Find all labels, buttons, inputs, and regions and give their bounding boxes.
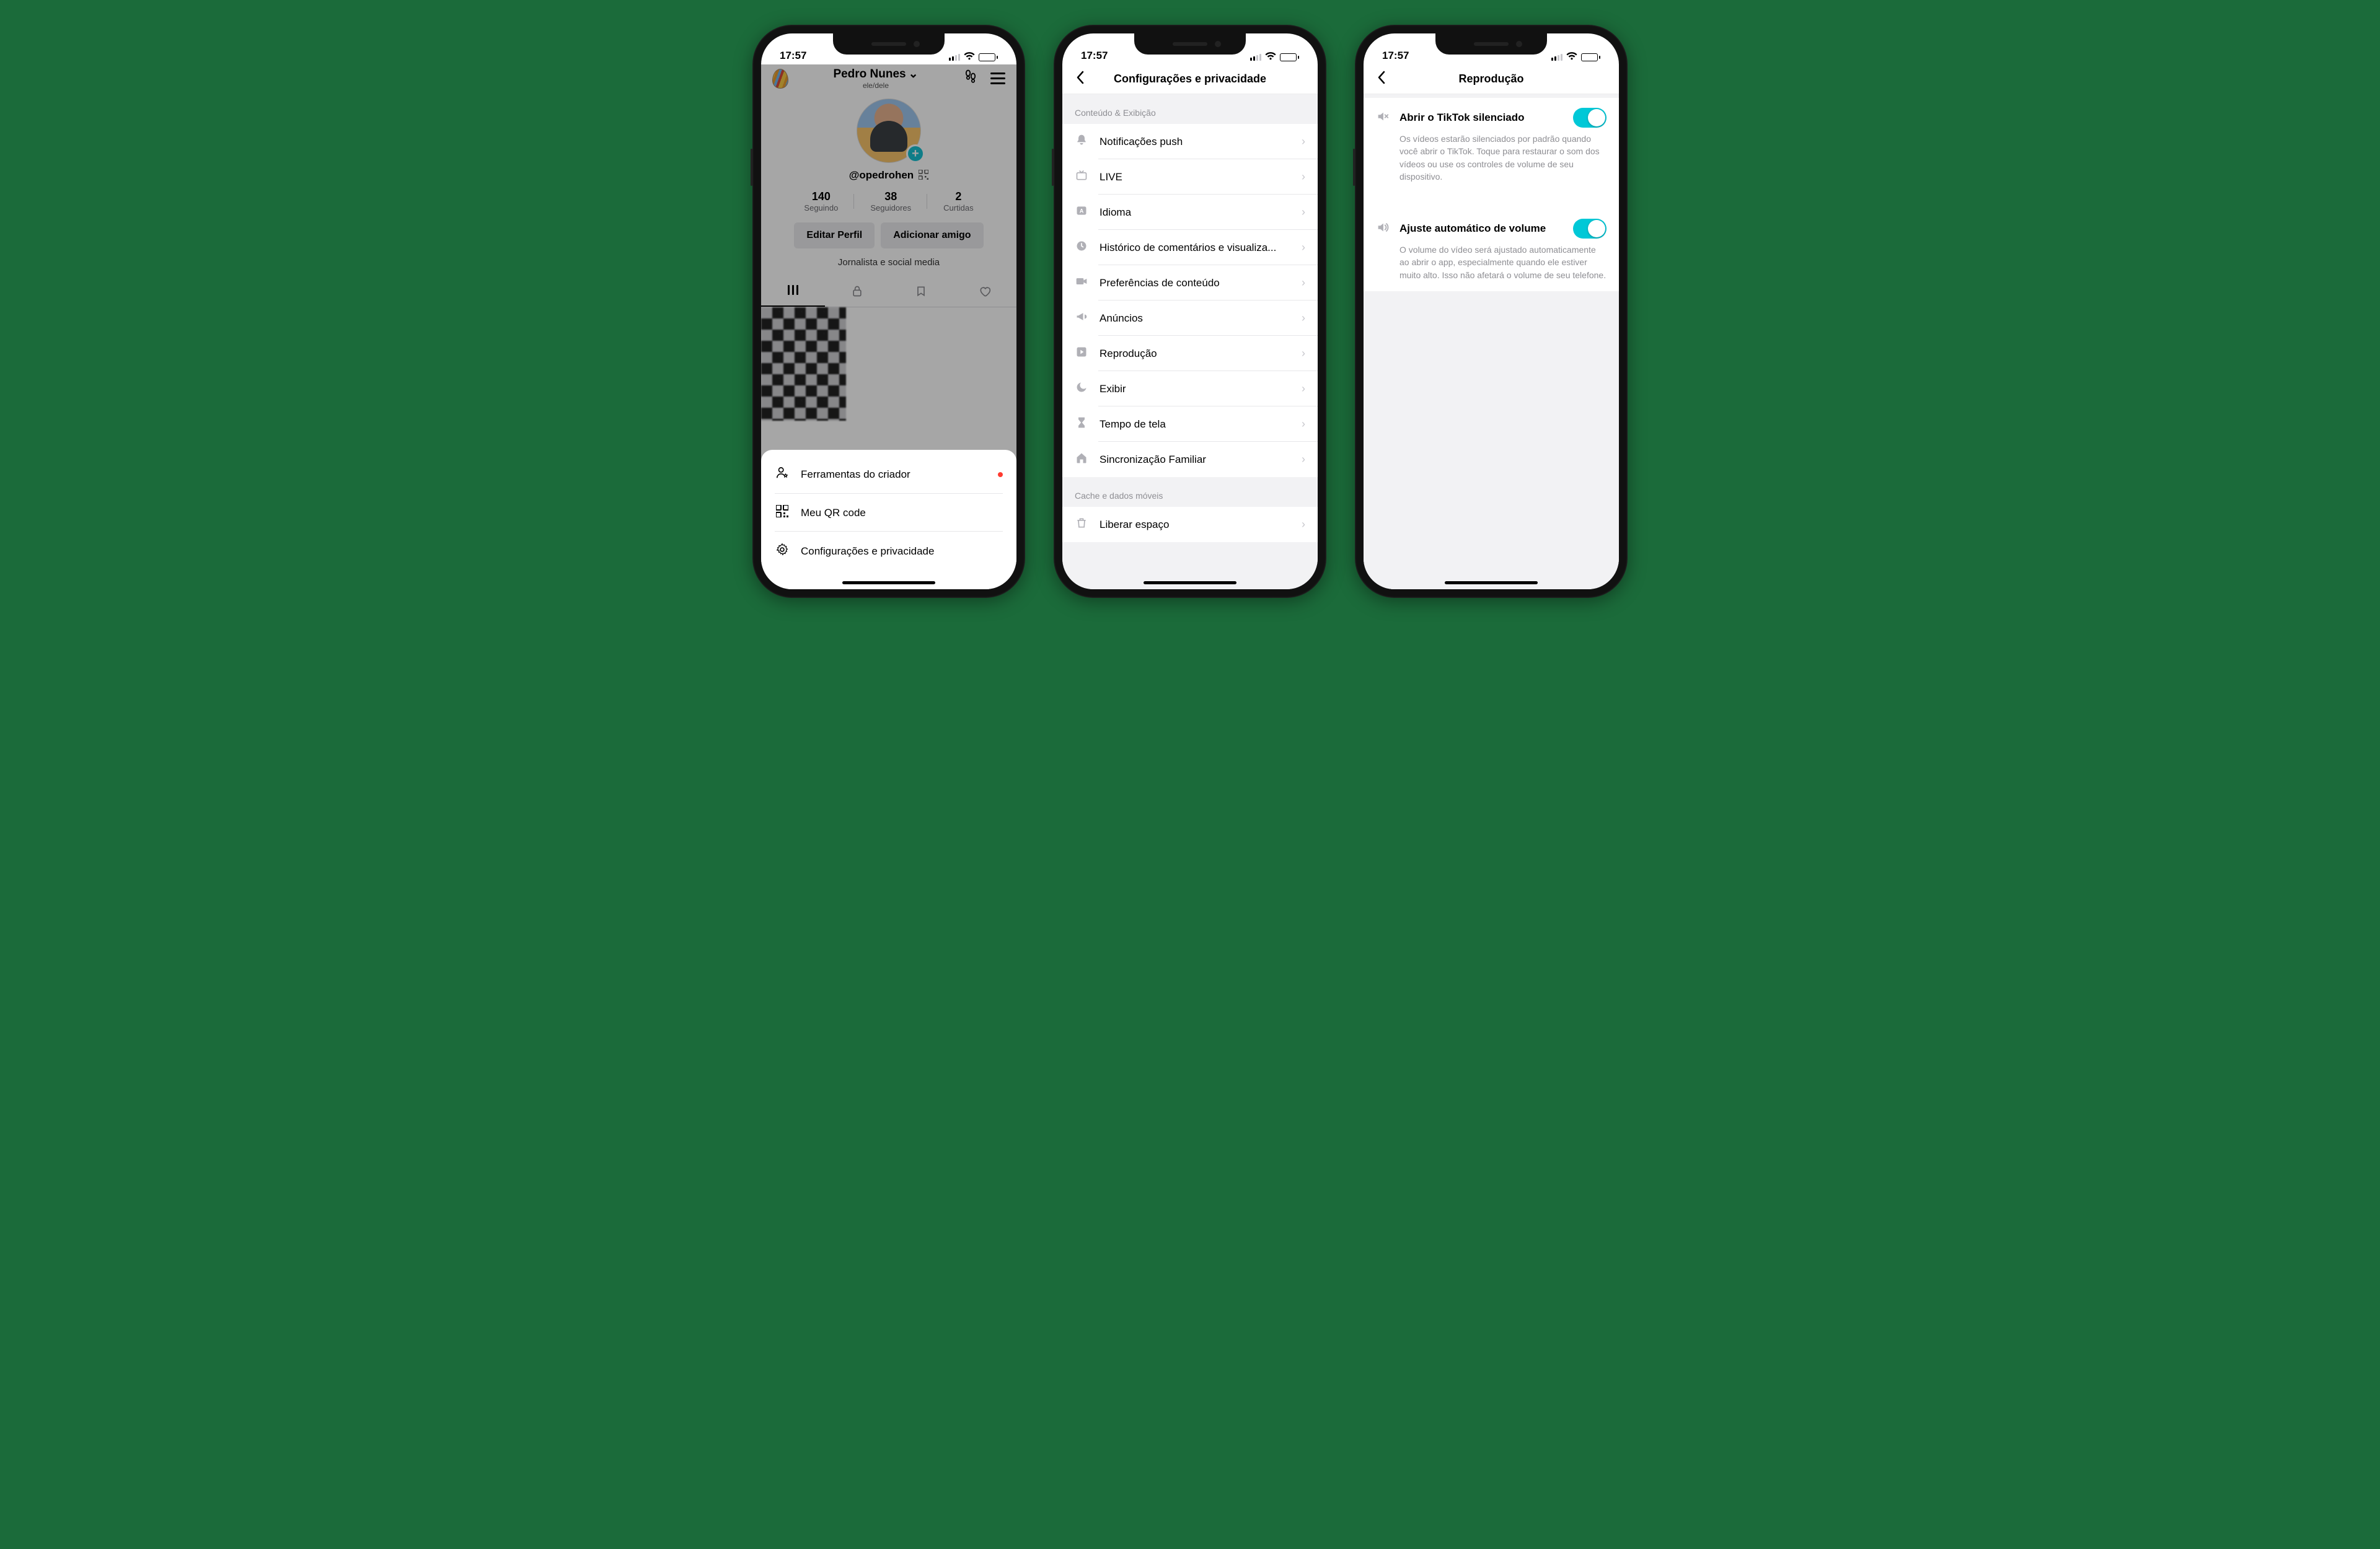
person-star-icon: [775, 466, 790, 483]
qr-icon: [775, 505, 790, 520]
page-title: Reprodução: [1458, 72, 1523, 86]
row-ads[interactable]: Anúncios ›: [1062, 301, 1318, 336]
wifi-icon: [1265, 52, 1276, 62]
profile-bottom-sheet: Ferramentas do criador Meu QR code Confi…: [761, 450, 1016, 589]
chevron-right-icon: ›: [1302, 518, 1305, 531]
wifi-icon: [964, 52, 975, 62]
setting-description: O volume do vídeo será ajustado automati…: [1376, 244, 1606, 281]
notification-dot: [998, 472, 1003, 477]
status-time: 17:57: [1081, 50, 1108, 62]
row-language[interactable]: A Idioma ›: [1062, 195, 1318, 230]
megaphone-icon: [1075, 310, 1088, 326]
nav-bar: Configurações e privacidade: [1062, 64, 1318, 94]
battery-icon: 16: [1280, 53, 1299, 61]
setting-mute-on-open: Abrir o TikTok silenciado Os vídeos esta…: [1364, 98, 1619, 193]
toggle-auto-volume[interactable]: [1573, 219, 1606, 239]
svg-text:A: A: [1080, 208, 1084, 214]
back-button[interactable]: [1372, 68, 1391, 90]
chevron-right-icon: ›: [1302, 312, 1305, 325]
chevron-right-icon: ›: [1302, 418, 1305, 431]
battery-icon: 16: [979, 53, 998, 61]
cellular-signal-icon: [1551, 53, 1562, 61]
home-indicator[interactable]: [1445, 581, 1538, 584]
row-content-prefs[interactable]: Preferências de conteúdo ›: [1062, 265, 1318, 301]
section-header-content: Conteúdo & Exibição: [1062, 94, 1318, 124]
device-settings: 17:57 16 Configurações e privacidade Con…: [1054, 25, 1326, 598]
gear-icon: [775, 543, 790, 559]
row-family-sync[interactable]: Sincronização Familiar ›: [1062, 442, 1318, 477]
notch: [833, 33, 945, 55]
row-display[interactable]: Exibir ›: [1062, 371, 1318, 406]
volume-icon: [1376, 221, 1390, 237]
battery-icon: 16: [1581, 53, 1600, 61]
back-button[interactable]: [1071, 68, 1090, 90]
sheet-qr-code[interactable]: Meu QR code: [761, 494, 1016, 532]
row-playback[interactable]: Reprodução ›: [1062, 336, 1318, 371]
clock-icon: [1075, 240, 1088, 255]
language-icon: A: [1075, 204, 1088, 220]
sheet-label: Configurações e privacidade: [801, 545, 934, 558]
moon-icon: [1075, 381, 1088, 397]
wifi-icon: [1566, 52, 1577, 62]
chevron-right-icon: ›: [1302, 453, 1305, 466]
sheet-label: Ferramentas do criador: [801, 468, 910, 481]
sheet-creator-tools[interactable]: Ferramentas do criador: [761, 455, 1016, 494]
home-icon: [1075, 452, 1088, 467]
row-history[interactable]: Histórico de comentários e visualiza... …: [1062, 230, 1318, 265]
setting-description: Os vídeos estarão silenciados por padrão…: [1376, 133, 1606, 183]
notch: [1134, 33, 1246, 55]
volume-mute-icon: [1376, 110, 1390, 126]
setting-auto-volume: Ajuste automático de volume O volume do …: [1364, 209, 1619, 291]
row-push-notifications[interactable]: Notificações push ›: [1062, 124, 1318, 159]
cellular-signal-icon: [949, 53, 960, 61]
chevron-right-icon: ›: [1302, 135, 1305, 148]
row-free-space[interactable]: Liberar espaço ›: [1062, 507, 1318, 542]
tv-icon: [1075, 169, 1088, 185]
nav-bar: Reprodução: [1364, 64, 1619, 94]
status-time: 17:57: [780, 50, 806, 62]
page-title: Configurações e privacidade: [1114, 72, 1266, 86]
hourglass-icon: [1075, 416, 1088, 432]
chevron-right-icon: ›: [1302, 241, 1305, 254]
section-header-cache: Cache e dados móveis: [1062, 477, 1318, 507]
trash-icon: [1075, 517, 1088, 532]
chevron-right-icon: ›: [1302, 170, 1305, 183]
home-indicator[interactable]: [842, 581, 935, 584]
toggle-mute-on-open[interactable]: [1573, 108, 1606, 128]
play-icon: [1075, 346, 1088, 361]
chevron-right-icon: ›: [1302, 276, 1305, 289]
bell-icon: [1075, 134, 1088, 149]
chevron-right-icon: ›: [1302, 347, 1305, 360]
row-screentime[interactable]: Tempo de tela ›: [1062, 406, 1318, 442]
home-indicator[interactable]: [1144, 581, 1236, 584]
sheet-settings[interactable]: Configurações e privacidade: [761, 532, 1016, 571]
video-icon: [1075, 275, 1088, 291]
device-playback: 17:57 16 Reprodução Abrir o TikTok silen…: [1355, 25, 1628, 598]
device-profile: 17:57 16 Pedro Nunes⌄ ele/dele: [752, 25, 1025, 598]
chevron-right-icon: ›: [1302, 206, 1305, 219]
notch: [1435, 33, 1547, 55]
cellular-signal-icon: [1250, 53, 1261, 61]
row-live[interactable]: LIVE ›: [1062, 159, 1318, 195]
chevron-right-icon: ›: [1302, 382, 1305, 395]
status-time: 17:57: [1382, 50, 1409, 62]
sheet-label: Meu QR code: [801, 507, 866, 519]
